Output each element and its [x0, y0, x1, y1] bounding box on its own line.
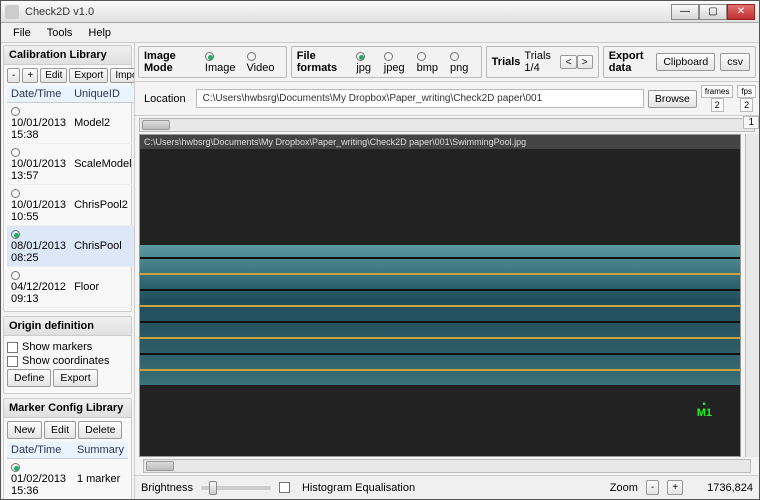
origin-export-button[interactable]: Export	[53, 369, 97, 387]
table-row: 01/02/2013 15:361 marker	[7, 459, 128, 500]
window-title: Check2D v1.0	[25, 6, 671, 18]
table-row: 10/01/2013 15:38Model2	[7, 103, 135, 144]
trials-label: Trials	[492, 56, 521, 68]
calibration-library-panel: Calibration Library - + Edit Export Impo…	[3, 45, 132, 312]
origin-definition-panel: Origin definition Show markers Show coor…	[3, 316, 132, 394]
file-formats-label: File formats	[297, 50, 352, 74]
csv-button[interactable]: csv	[720, 53, 750, 71]
frame-slider[interactable]	[139, 118, 755, 132]
minimize-button[interactable]: —	[671, 4, 699, 20]
mconfig-delete-button[interactable]: Delete	[78, 421, 122, 439]
mconfig-edit-button[interactable]: Edit	[44, 421, 76, 439]
export-data-label: Export data	[609, 50, 652, 74]
col-datetime: Date/Time	[7, 442, 73, 459]
clipboard-button[interactable]: Clipboard	[656, 53, 715, 71]
menubar: File Tools Help	[1, 23, 759, 43]
calib-edit-button[interactable]: Edit	[40, 68, 67, 83]
show-markers-label: Show markers	[22, 341, 92, 353]
marker-config-library-panel: Marker Config Library New Edit Delete Da…	[3, 398, 132, 499]
close-button[interactable]: ✕	[727, 4, 755, 20]
menu-tools[interactable]: Tools	[39, 25, 81, 41]
show-coordinates-checkbox[interactable]	[7, 356, 18, 367]
viewer-filepath: C:\Users\hwbsrg\Documents\My Dropbox\Pap…	[140, 135, 740, 149]
main-area: Image Mode Image Video File formats jpg …	[135, 43, 759, 499]
frames-label: frames	[701, 85, 733, 98]
histogram-equalisation-label: Histogram Equalisation	[302, 482, 415, 494]
col-uniqueid: UniqueID	[70, 86, 135, 103]
jpg-radio[interactable]	[356, 52, 365, 61]
frames-value: 2	[711, 98, 724, 112]
bottom-bar: Brightness Histogram Equalisation Zoom -…	[135, 475, 759, 499]
cursor-coords: 1736,824	[707, 482, 753, 494]
origin-title: Origin definition	[4, 317, 131, 336]
location-row: Location C:\Users\hwbsrg\Documents\My Dr…	[135, 82, 759, 116]
trials-value: Trials 1/4	[524, 50, 556, 74]
horizontal-scrollbar[interactable]	[143, 459, 751, 473]
show-markers-checkbox[interactable]	[7, 342, 18, 353]
marker-m1[interactable]: M1	[697, 403, 712, 419]
trials-next-button[interactable]: >	[577, 55, 593, 69]
browse-button[interactable]: Browse	[648, 90, 697, 108]
app-icon	[5, 5, 19, 19]
video-radio[interactable]	[247, 52, 256, 61]
fps-value: 2	[740, 98, 753, 112]
col-summary: Summary	[73, 442, 128, 459]
show-coordinates-label: Show coordinates	[22, 355, 109, 367]
marker-config-table[interactable]: Date/TimeSummary 01/02/2013 15:361 marke…	[7, 442, 128, 499]
brightness-slider[interactable]	[201, 486, 271, 490]
bmp-radio[interactable]	[417, 52, 426, 61]
png-radio[interactable]	[450, 52, 459, 61]
location-path: C:\Users\hwbsrg\Documents\My Dropbox\Pap…	[196, 89, 644, 108]
export-data-group: Export data Clipboard csv	[603, 46, 756, 78]
jpeg-radio[interactable]	[384, 52, 393, 61]
define-button[interactable]: Define	[7, 369, 51, 387]
image-mode-group: Image Mode Image Video	[138, 46, 287, 78]
trials-prev-button[interactable]: <	[560, 55, 576, 69]
col-datetime: Date/Time	[7, 86, 70, 103]
fps-label: fps	[737, 85, 756, 98]
calib-export-button[interactable]: Export	[69, 68, 108, 83]
table-row: 04/12/2012 09:13Floor	[7, 267, 135, 308]
calib-import-button[interactable]: Import	[110, 68, 135, 83]
titlebar: Check2D v1.0 — ▢ ✕	[1, 1, 759, 23]
histogram-equalisation-checkbox[interactable]	[279, 482, 290, 493]
image-radio[interactable]	[205, 52, 214, 61]
table-row: 08/01/2013 08:25ChrisPool	[7, 226, 135, 267]
zoom-out-button[interactable]: -	[646, 480, 659, 495]
menu-help[interactable]: Help	[80, 25, 119, 41]
calib-add-button[interactable]: +	[22, 68, 38, 83]
trials-group: Trials Trials 1/4 < >	[486, 46, 599, 78]
table-row: 10/01/2013 13:57ScaleModel	[7, 144, 135, 185]
image-viewer[interactable]: C:\Users\hwbsrg\Documents\My Dropbox\Pap…	[139, 134, 741, 457]
frame-number: 1	[743, 116, 759, 129]
calibration-library-title: Calibration Library	[4, 46, 131, 65]
image-mode-label: Image Mode	[144, 50, 200, 74]
marker-config-title: Marker Config Library	[4, 399, 131, 418]
location-label: Location	[138, 93, 192, 105]
vertical-scrollbar[interactable]	[745, 134, 759, 457]
mconfig-new-button[interactable]: New	[7, 421, 42, 439]
calib-remove-button[interactable]: -	[7, 68, 20, 83]
top-toolbar: Image Mode Image Video File formats jpg …	[135, 43, 759, 82]
menu-file[interactable]: File	[5, 25, 39, 41]
maximize-button[interactable]: ▢	[699, 4, 727, 20]
calibration-table[interactable]: Date/TimeUniqueID 10/01/2013 15:38Model2…	[7, 86, 135, 308]
zoom-label: Zoom	[610, 482, 638, 494]
sidebar: Calibration Library - + Edit Export Impo…	[1, 43, 135, 499]
zoom-in-button[interactable]: +	[667, 480, 683, 495]
file-formats-group: File formats jpg jpeg bmp png	[291, 46, 482, 78]
brightness-label: Brightness	[141, 482, 193, 494]
table-row: 10/01/2013 10:55ChrisPool2	[7, 185, 135, 226]
